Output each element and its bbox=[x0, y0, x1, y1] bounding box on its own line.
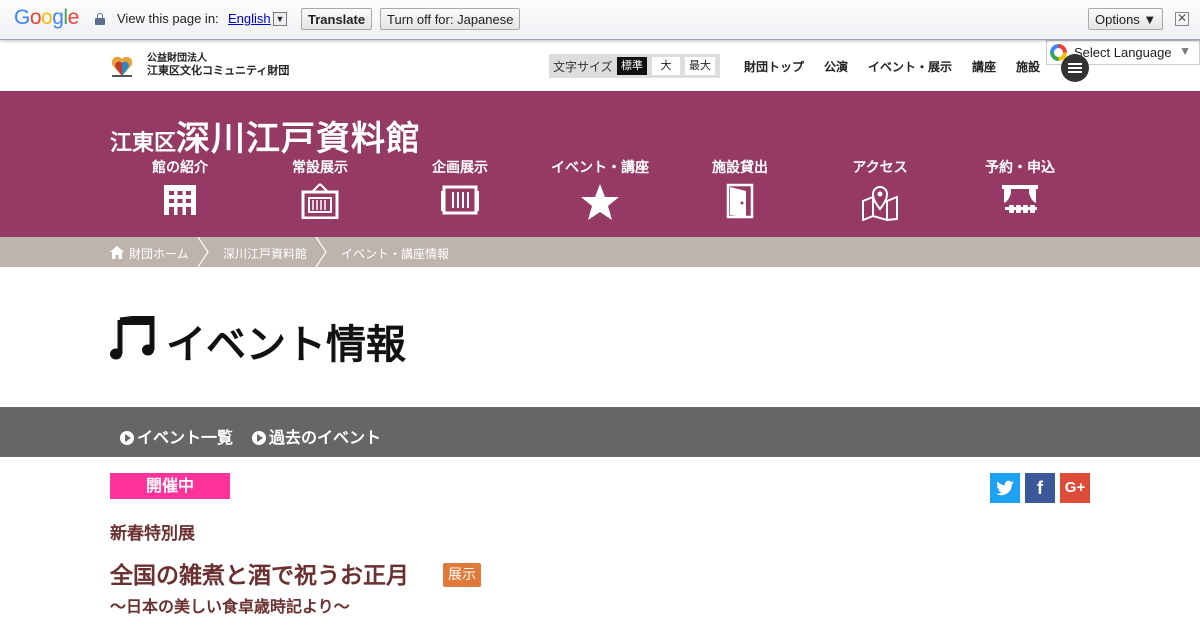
breadcrumb-separator-icon bbox=[197, 237, 209, 267]
circle-arrow-icon bbox=[120, 431, 134, 445]
top-nav-courses[interactable]: 講座 bbox=[972, 58, 996, 75]
font-size-switcher: 文字サイズ 標準 大 最大 bbox=[549, 54, 720, 78]
options-button[interactable]: Options ▼ bbox=[1088, 8, 1164, 30]
page-title: イベント情報 bbox=[166, 322, 406, 368]
main-nav-access[interactable]: アクセス bbox=[820, 157, 940, 221]
home-icon bbox=[110, 246, 124, 259]
breadcrumb-separator-icon bbox=[315, 237, 327, 267]
facebook-share-button[interactable]: f bbox=[1025, 473, 1055, 503]
site-banner: 江東区深川江戸資料館 館の紹介 常設展示 企画展示 イベント・講座 施設貸出 ア… bbox=[0, 91, 1200, 237]
top-nav-performances[interactable]: 公演 bbox=[824, 58, 848, 75]
breadcrumb: 財団ホーム 深川江戸資料館 イベント・講座情報 bbox=[0, 237, 1200, 267]
top-nav-facilities[interactable]: 施設 bbox=[1016, 58, 1040, 75]
translate-button[interactable]: Translate bbox=[301, 8, 373, 30]
google-plus-icon: G+ bbox=[1064, 479, 1086, 496]
main-nav-permanent-exhibit[interactable]: 常設展示 bbox=[260, 157, 380, 219]
event-title[interactable]: 全国の雑煮と酒で祝うお正月 bbox=[110, 556, 409, 590]
google-logo: Google bbox=[14, 6, 79, 29]
view-page-text: View this page in: bbox=[117, 11, 219, 26]
top-nav-events[interactable]: イベント・展示 bbox=[868, 58, 952, 75]
twitter-share-button[interactable] bbox=[990, 473, 1020, 503]
event-list-link[interactable]: イベント一覧 bbox=[120, 424, 233, 448]
main-nav-reservation[interactable]: 予約・申込 bbox=[960, 157, 1080, 215]
font-size-max-button[interactable]: 最大 bbox=[685, 57, 715, 75]
google-plus-share-button[interactable]: G+ bbox=[1060, 473, 1090, 503]
event-type-tag: 展示 bbox=[443, 563, 481, 587]
font-size-label: 文字サイズ bbox=[553, 60, 613, 74]
translate-bar: Google View this page in: English ▼ Tran… bbox=[0, 0, 1200, 40]
building-icon bbox=[164, 185, 196, 215]
facebook-icon: f bbox=[1037, 478, 1043, 498]
exhibit-frame-icon bbox=[301, 183, 339, 219]
status-badge: 開催中 bbox=[110, 473, 230, 499]
breadcrumb-museum[interactable]: 深川江戸資料館 bbox=[223, 245, 307, 262]
sub-nav: イベント一覧 過去のイベント bbox=[0, 407, 1200, 457]
close-icon[interactable]: ✕ bbox=[1175, 12, 1189, 26]
top-header: 公益財団法人 江東区文化コミュニティ財団 文字サイズ 標準 大 最大 財団トップ… bbox=[0, 40, 1200, 91]
event-category: 新春特別展 bbox=[110, 524, 195, 544]
font-size-standard-button[interactable]: 標準 bbox=[617, 57, 647, 75]
twitter-icon bbox=[996, 480, 1014, 496]
map-pin-icon bbox=[862, 186, 898, 221]
main-nav-facility-rental[interactable]: 施設貸出 bbox=[680, 157, 800, 219]
door-icon bbox=[726, 183, 754, 219]
main-nav-about[interactable]: 館の紹介 bbox=[120, 157, 240, 215]
menu-icon[interactable] bbox=[1061, 54, 1089, 82]
turn-off-button[interactable]: Turn off for: Japanese bbox=[380, 8, 521, 30]
top-nav-foundation-top[interactable]: 財団トップ bbox=[744, 58, 804, 75]
breadcrumb-current: イベント・講座情報 bbox=[341, 247, 450, 261]
lock-icon bbox=[95, 13, 105, 25]
theater-icon bbox=[1002, 185, 1038, 213]
font-size-large-button[interactable]: 大 bbox=[652, 57, 680, 75]
main-nav-special-exhibit[interactable]: 企画展示 bbox=[400, 157, 520, 217]
main-nav-events-courses[interactable]: イベント・講座 bbox=[540, 157, 660, 221]
chevron-down-icon: ▼ bbox=[1179, 44, 1191, 58]
special-exhibit-icon bbox=[441, 185, 479, 215]
breadcrumb-home[interactable]: 財団ホーム bbox=[129, 245, 189, 262]
foundation-logo-icon[interactable] bbox=[110, 54, 134, 78]
site-title[interactable]: 江東区深川江戸資料館 bbox=[110, 111, 421, 160]
foundation-name[interactable]: 公益財団法人 江東区文化コミュニティ財団 bbox=[147, 53, 289, 77]
language-dropdown-icon[interactable]: ▼ bbox=[273, 12, 287, 26]
star-icon bbox=[581, 184, 619, 220]
music-note-icon bbox=[110, 316, 155, 360]
language-link[interactable]: English bbox=[228, 11, 271, 26]
circle-arrow-icon bbox=[252, 431, 266, 445]
event-subtitle: ～日本の美しい食卓歳時記より～ bbox=[110, 597, 350, 616]
past-events-link[interactable]: 過去のイベント bbox=[252, 424, 381, 448]
